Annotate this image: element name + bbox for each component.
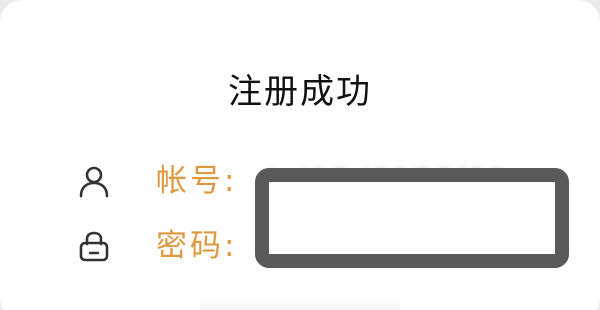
password-label: 密码: <box>156 228 238 264</box>
lock-icon <box>79 231 109 262</box>
redaction-box <box>255 168 569 268</box>
user-icon <box>79 166 109 198</box>
account-label: 帐号: <box>156 163 238 199</box>
registration-success-dialog: 注册成功 帐号: bd88d8126f88 密码: 1766086 <box>0 0 600 310</box>
dialog-bottom-edge <box>200 300 400 310</box>
screen: 注册成功 帐号: bd88d8126f88 密码: 1766086 <box>0 0 600 310</box>
dialog-title: 注册成功 <box>228 72 372 112</box>
